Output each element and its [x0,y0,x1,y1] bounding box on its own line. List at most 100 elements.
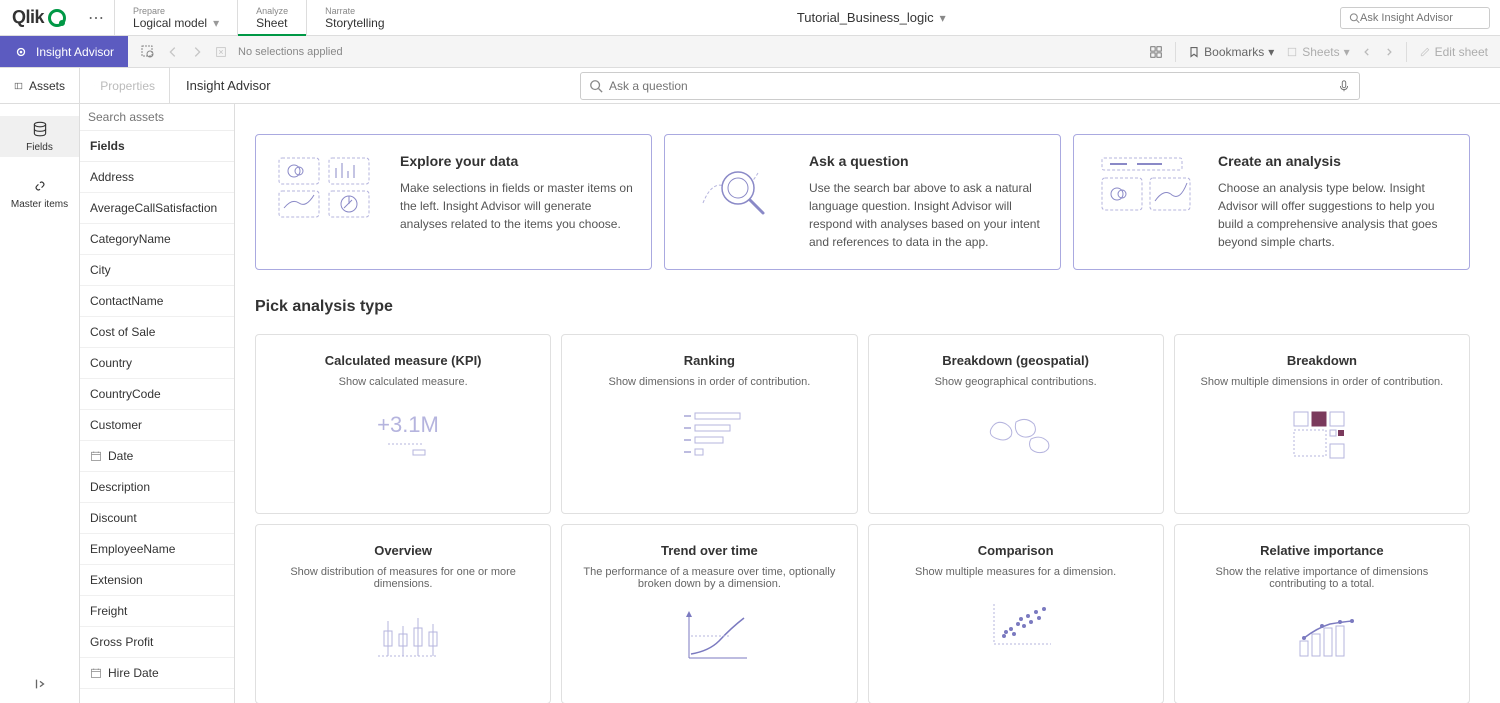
fields-list[interactable]: AddressAverageCallSatisfactionCategoryNa… [80,162,234,703]
analysis-desc: Show multiple measures for a dimension. [915,566,1116,578]
logo-icon [48,9,66,27]
microphone-icon[interactable] [1337,79,1351,93]
hero-title: Explore your data [400,153,633,169]
analysis-grid: Calculated measure (KPI)Show calculated … [255,334,1470,703]
field-item[interactable]: ContactName [80,286,234,317]
fields-header: Fields [80,131,234,162]
rail-collapse[interactable] [33,677,47,691]
analysis-illustration [669,606,749,666]
step-back-icon[interactable] [166,45,180,59]
step-forward-icon[interactable] [190,45,204,59]
header-search-input[interactable] [1360,12,1481,24]
field-item[interactable]: City [80,255,234,286]
hero-desc: Use the search bar above to ask a natura… [809,179,1042,251]
field-item[interactable]: Gross Profit [80,627,234,658]
properties-toggle[interactable]: Properties [80,68,170,103]
fields-panel: Fields AddressAverageCallSatisfactionCat… [80,104,235,703]
field-item[interactable]: Extension [80,565,234,596]
hero-title: Ask a question [809,153,1042,169]
field-item[interactable]: CategoryName [80,224,234,255]
qlik-logo[interactable]: Qlik [0,0,78,35]
analysis-title: Breakdown [1287,353,1357,368]
smart-search-icon[interactable] [140,44,156,60]
analysis-card[interactable]: Calculated measure (KPI)Show calculated … [255,334,551,514]
field-item[interactable]: Customer [80,410,234,441]
bookmark-icon [1188,46,1200,58]
hero-desc: Choose an analysis type below. Insight A… [1218,179,1451,251]
edit-sheet-button[interactable]: Edit sheet [1419,45,1488,59]
no-selections-text: No selections applied [238,46,343,58]
next-sheet-icon[interactable] [1384,47,1394,57]
analysis-card[interactable]: Breakdown (geospatial)Show geographical … [868,334,1164,514]
analysis-illustration [669,404,749,464]
field-item[interactable]: AverageCallSatisfaction [80,193,234,224]
analysis-illustration [976,594,1056,654]
analysis-card[interactable]: Overview Show distribution of measures fo… [255,524,551,703]
insight-advisor-button[interactable]: Insight Advisor [0,36,128,67]
analysis-desc: Show multiple dimensions in order of con… [1201,376,1444,388]
database-icon [31,120,49,138]
field-item[interactable]: Date [80,441,234,472]
analysis-desc: Show the relative importance of dimensio… [1189,566,1455,590]
analysis-illustration [1282,606,1362,666]
analysis-card[interactable]: Breakdown Show multiple dimensions in ord… [1174,334,1470,514]
more-menu-button[interactable]: ⋯ [78,8,114,28]
nav-tab-narrate[interactable]: Narrate Storytelling [306,0,402,35]
rail-master-items[interactable]: Master items [0,173,79,214]
selections-tool-icon[interactable] [1149,45,1163,59]
assets-toggle[interactable]: Assets [0,68,80,103]
field-item[interactable]: EmployeeName [80,534,234,565]
clear-selections-icon[interactable] [214,45,228,59]
analysis-desc: Show dimensions in order of contribution… [608,376,810,388]
analysis-title: Ranking [684,353,735,368]
analysis-desc: Show distribution of measures for one or… [270,566,536,590]
field-item[interactable]: Discount [80,503,234,534]
sheets-button[interactable]: Sheets ▾ [1286,45,1349,59]
field-item[interactable]: Address [80,162,234,193]
question-search-box[interactable] [580,72,1360,100]
svg-text:+3.1M: +3.1M [377,412,439,437]
hero-explore[interactable]: Explore your data Make selections in fie… [255,134,652,270]
field-item[interactable]: Description [80,472,234,503]
prev-sheet-icon[interactable] [1362,47,1372,57]
pencil-icon [1419,46,1431,58]
analysis-card[interactable]: Comparison Show multiple measures for a d… [868,524,1164,703]
field-item[interactable]: Country [80,348,234,379]
panel-icon [14,79,23,93]
nav-tab-prepare[interactable]: Prepare Logical model▾ [114,0,237,35]
field-item[interactable]: Freight [80,596,234,627]
analysis-card[interactable]: Trend over timeThe performance of a meas… [561,524,857,703]
bookmarks-button[interactable]: Bookmarks ▾ [1188,45,1274,59]
explore-illustration [274,153,384,223]
analysis-card[interactable]: Ranking Show dimensions in order of contr… [561,334,857,514]
chevron-down-icon: ▾ [940,11,946,25]
create-illustration [1092,153,1202,223]
nav-tab-analyze[interactable]: Analyze Sheet [237,0,306,35]
rail-fields[interactable]: Fields [0,116,79,157]
analysis-title: Breakdown (geospatial) [942,353,1089,368]
field-item[interactable]: Cost of Sale [80,317,234,348]
section-title: Pick analysis type [255,298,1470,316]
hero-desc: Make selections in fields or master item… [400,179,633,233]
app-title-area[interactable]: Tutorial_Business_logic ▾ [403,10,1341,25]
fields-search-input[interactable] [88,110,226,124]
analysis-card[interactable]: Relative importanceShow the relative imp… [1174,524,1470,703]
analysis-desc: Show calculated measure. [339,376,468,388]
analysis-title: Comparison [978,543,1054,558]
hero-ask[interactable]: Ask a question Use the search bar above … [664,134,1061,270]
hero-create[interactable]: Create an analysis Choose an analysis ty… [1073,134,1470,270]
sub-toolbar: Assets Properties Insight Advisor [0,68,1500,104]
analysis-title: Overview [374,543,432,558]
analysis-desc: The performance of a measure over time, … [576,566,842,590]
left-rail: Fields Master items [0,104,80,703]
analysis-illustration [363,606,443,666]
analysis-illustration: +3.1M [363,404,443,464]
field-item[interactable]: Hire Date [80,658,234,689]
logo-text: Qlik [12,7,44,28]
search-icon [589,79,603,93]
analysis-illustration [976,404,1056,464]
field-item[interactable]: CountryCode [80,379,234,410]
header-search[interactable] [1340,7,1490,29]
insight-icon [14,45,28,59]
question-input[interactable] [609,79,1337,93]
